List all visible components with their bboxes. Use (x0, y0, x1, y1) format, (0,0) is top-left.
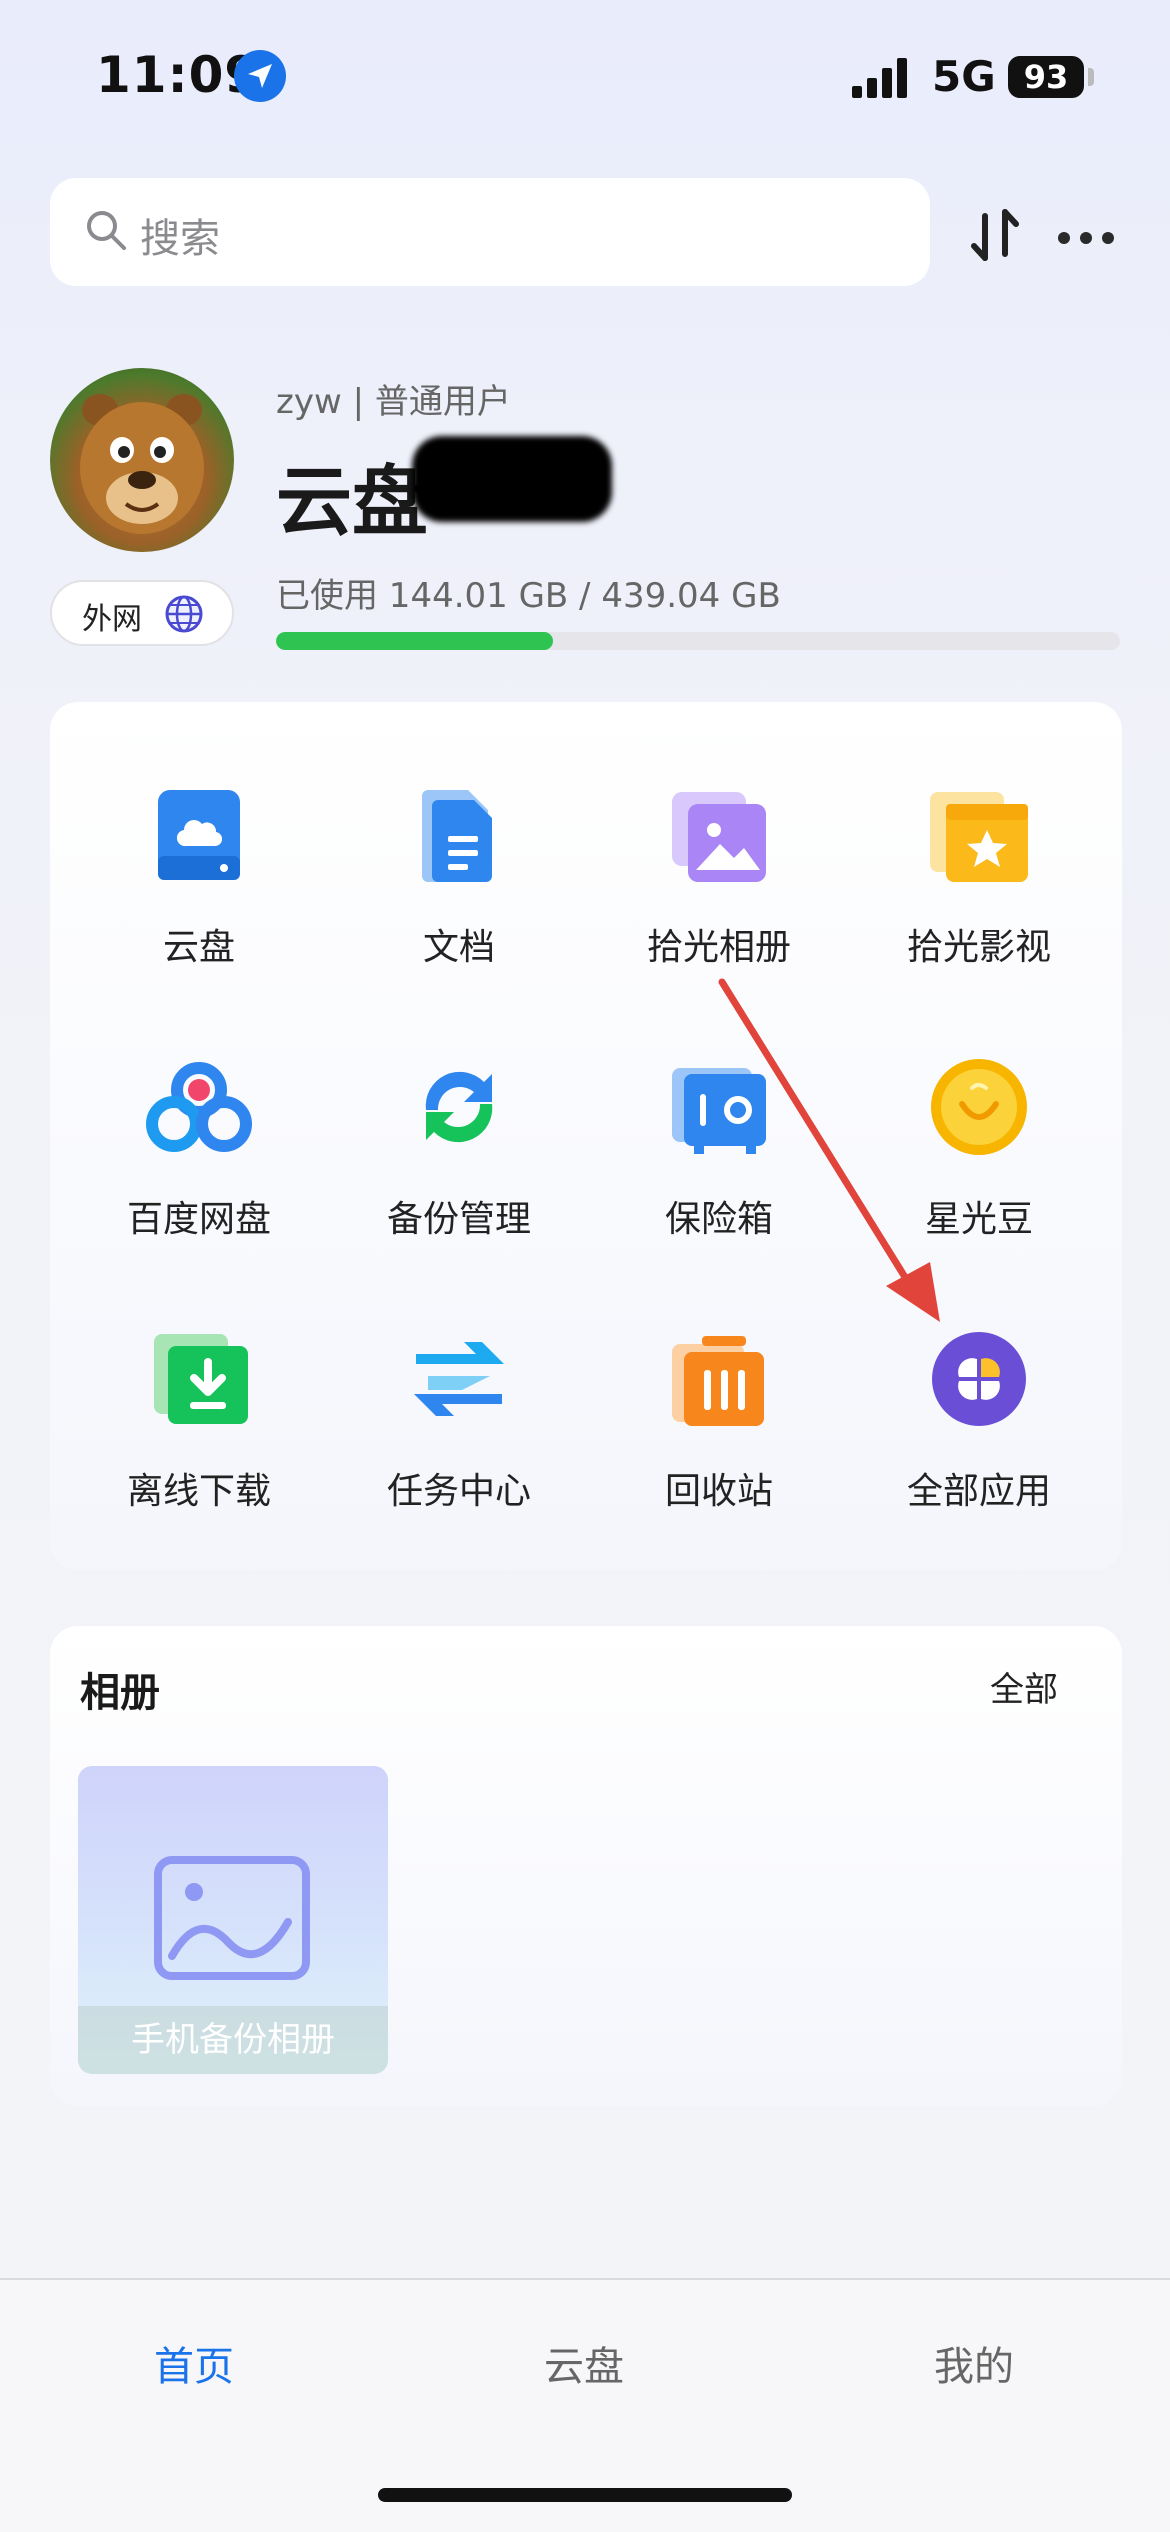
app-label: 全部应用 (906, 1471, 1051, 1512)
app-recycle-bin[interactable]: 回收站 (586, 1326, 846, 1576)
app-label: 文档 (422, 927, 495, 968)
avatar[interactable] (50, 368, 234, 552)
battery-tip (1088, 68, 1094, 86)
app-task-center[interactable]: 任务中心 (326, 1326, 586, 1576)
tab-cloud-drive[interactable]: 云盘 (454, 2334, 714, 2392)
app-video[interactable]: 拾光影视 (846, 782, 1106, 1032)
document-icon (422, 790, 492, 882)
redacted-text (412, 436, 612, 522)
storage-progress-bar (276, 632, 1120, 650)
bear-avatar-icon (80, 394, 204, 534)
cloud-drive-icon (158, 790, 240, 880)
album-card-caption: 手机备份相册 (78, 2006, 388, 2074)
storage-progress-fill (276, 632, 553, 650)
baidu-netdisk-icon (146, 1062, 252, 1152)
drive-title: 云盘 (276, 457, 428, 546)
app-safe-box[interactable]: 保险箱 (586, 1054, 846, 1304)
album-card[interactable]: 手机备份相册 (78, 1766, 388, 2074)
app-label: 备份管理 (386, 1199, 531, 1240)
globe-icon (165, 595, 203, 633)
more-options-icon[interactable] (1058, 228, 1118, 248)
home-indicator[interactable] (378, 2488, 792, 2502)
app-offline-download[interactable]: 离线下载 (66, 1326, 326, 1576)
backup-sync-icon (425, 1071, 493, 1143)
app-label: 离线下载 (126, 1471, 271, 1512)
safe-box-icon (672, 1068, 766, 1154)
status-bar: 11:09 5G 93 (0, 0, 1170, 150)
network-type: 5G (932, 52, 996, 101)
network-mode-label: 外网 (82, 602, 142, 637)
star-bean-coin-icon (931, 1059, 1027, 1155)
app-label: 回收站 (664, 1471, 773, 1512)
apps-panel: 云盘 文档 拾光相册 拾光影视 百度网盘 备份管理 保险箱 星光豆 离线下载 任… (50, 702, 1122, 1570)
app-label: 保险箱 (664, 1199, 773, 1240)
app-all-apps[interactable]: 全部应用 (846, 1326, 1106, 1576)
all-apps-icon (932, 1332, 1026, 1426)
transfer-sort-icon[interactable] (970, 208, 1020, 262)
app-star-bean[interactable]: 星光豆 (846, 1054, 1106, 1304)
task-center-icon (414, 1342, 504, 1416)
battery-icon: 93 (1008, 56, 1084, 98)
user-meta: zyw | 普通用户 (276, 382, 511, 422)
app-photo-album[interactable]: 拾光相册 (586, 782, 846, 1032)
app-cloud-drive[interactable]: 云盘 (66, 782, 326, 1032)
tab-home[interactable]: 首页 (64, 2334, 324, 2392)
search-icon (87, 211, 126, 250)
image-placeholder-icon (154, 1856, 310, 1980)
album-view-all-link[interactable]: 全部 (990, 1662, 1058, 1711)
app-label: 任务中心 (386, 1471, 531, 1512)
network-mode-toggle[interactable]: 外网 (50, 580, 234, 646)
album-section: 相册 全部 手机备份相册 (50, 1626, 1122, 2106)
app-label: 百度网盘 (126, 1199, 271, 1240)
search-placeholder: 搜索 (140, 216, 220, 262)
app-backup[interactable]: 备份管理 (326, 1054, 586, 1304)
app-label: 拾光相册 (646, 927, 791, 968)
photo-album-icon (672, 792, 766, 882)
app-document[interactable]: 文档 (326, 782, 586, 1032)
search-input[interactable]: 搜索 (50, 178, 930, 286)
cellular-signal-icon (852, 58, 908, 98)
storage-usage-text: 已使用 144.01 GB / 439.04 GB (276, 576, 781, 616)
recycle-bin-icon (672, 1336, 764, 1426)
video-star-icon (930, 792, 1028, 882)
location-arrow-icon (234, 50, 286, 102)
album-section-title: 相册 (80, 1670, 160, 1716)
app-baidu-netdisk[interactable]: 百度网盘 (66, 1054, 326, 1304)
tab-me[interactable]: 我的 (844, 2334, 1104, 2392)
app-label: 云盘 (162, 927, 235, 968)
offline-download-icon (154, 1334, 248, 1424)
app-label: 拾光影视 (906, 927, 1051, 968)
app-label: 星光豆 (924, 1199, 1033, 1240)
